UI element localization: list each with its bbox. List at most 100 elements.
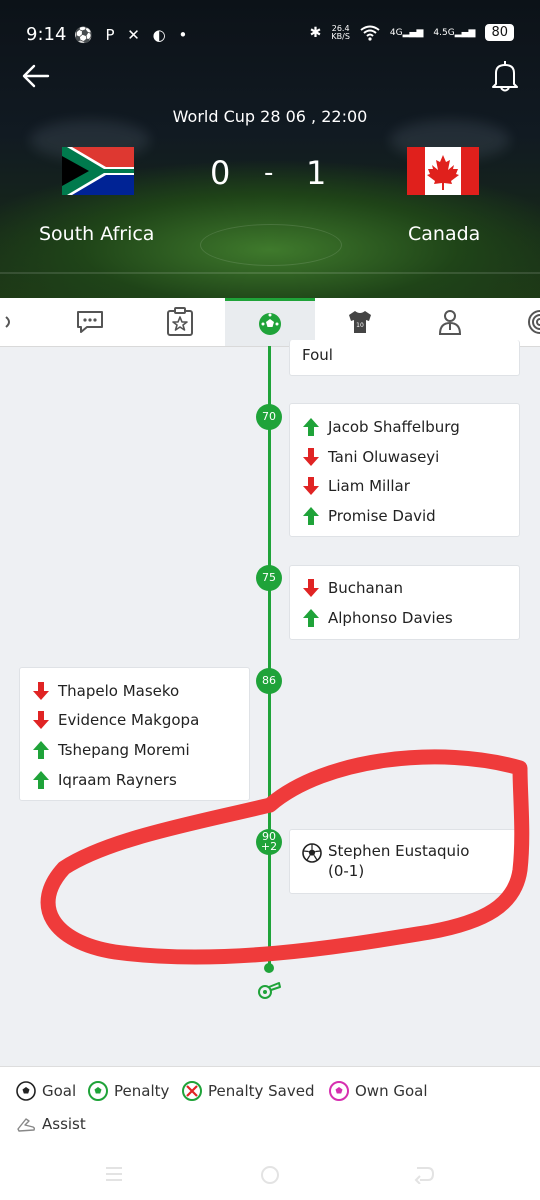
system-navigation-bar xyxy=(0,1148,540,1200)
player-name: Jacob Shaffelburg xyxy=(328,418,460,436)
home-icon[interactable] xyxy=(259,1164,281,1186)
sub-out-arrow-icon xyxy=(33,711,49,729)
penalty-saved-icon xyxy=(182,1081,202,1101)
legend-assist: Assist xyxy=(16,1115,86,1133)
sub-out-arrow-icon xyxy=(303,477,319,495)
timeline-end-dot xyxy=(264,963,274,973)
whistle-icon xyxy=(258,982,281,999)
sub-out-row: Tani Oluwaseyi xyxy=(302,445,439,469)
status-bar: 9:14 ⚽ P ✕ ◐ • ✱ 26.4 KB/S 4G▂▄▆ 4.5G▂▄▆… xyxy=(0,24,540,48)
tab-chat[interactable] xyxy=(45,298,135,346)
wifi-icon xyxy=(360,25,380,41)
scorer-name: Stephen Eustaquio xyxy=(328,842,470,860)
player-name: Thapelo Maseko xyxy=(58,682,180,700)
player-name: Buchanan xyxy=(328,579,403,597)
sub-in-arrow-icon xyxy=(303,609,319,627)
sub-out-arrow-icon xyxy=(303,448,319,466)
canada-flag-icon[interactable] xyxy=(407,147,479,195)
score-separator: - xyxy=(264,158,274,188)
signal-45g-label: 4.5G xyxy=(433,27,455,38)
status-time: 9:14 xyxy=(26,24,67,45)
south-africa-flag-icon[interactable] xyxy=(62,147,134,195)
sub-out-arrow-icon xyxy=(33,682,49,700)
player-name: Promise David xyxy=(328,507,436,525)
bell-icon[interactable] xyxy=(490,58,520,92)
sub-in-row: Iqraam Rayners xyxy=(32,768,177,792)
signal-4g: 4G▂▄▆ xyxy=(389,27,424,38)
pitch-line xyxy=(0,272,540,274)
person-icon xyxy=(438,310,462,335)
sub-out-row: Evidence Makgopa xyxy=(32,708,199,732)
bluetooth-icon: ✱ xyxy=(309,24,322,41)
notification-icons: ⚽ P ✕ ◐ • xyxy=(74,26,192,44)
battery-icon: 80 xyxy=(485,24,514,41)
goal-ball-icon xyxy=(16,1081,36,1101)
tab-events[interactable] xyxy=(225,298,315,346)
events-legend: Goal Penalty Penalty Saved Own Goal Assi… xyxy=(0,1066,540,1149)
event-timeline xyxy=(268,346,271,968)
legend-own-goal-label: Own Goal xyxy=(355,1082,428,1100)
away-team-name[interactable]: Canada xyxy=(408,223,480,245)
sub-in-arrow-icon xyxy=(303,507,319,525)
net-speed: 26.4 KB/S xyxy=(331,23,350,41)
substitution-card[interactable]: Jacob Shaffelburg Tani Oluwaseyi Liam Mi… xyxy=(289,403,520,537)
jersey-icon: 10 xyxy=(349,311,371,333)
player-name: Iqraam Rayners xyxy=(58,771,177,789)
tab-more[interactable] xyxy=(495,298,540,346)
player-name: Alphonso Davies xyxy=(328,609,453,627)
legend-goal-label: Goal xyxy=(42,1082,77,1100)
sub-out-row: Thapelo Maseko xyxy=(32,679,179,703)
goal-card[interactable]: Stephen Eustaquio (0-1) xyxy=(289,829,520,894)
sub-in-arrow-icon xyxy=(33,741,49,759)
sub-in-row: Alphonso Davies xyxy=(302,606,453,630)
signal-45g: 4.5G▂▄▆ xyxy=(433,27,476,38)
player-name: Tshepang Moremi xyxy=(58,741,190,759)
status-right: ✱ 26.4 KB/S 4G▂▄▆ 4.5G▂▄▆ 80 xyxy=(310,24,514,41)
legend-penalty-saved-label: Penalty Saved xyxy=(208,1082,315,1100)
sub-out-row: Liam Millar xyxy=(302,474,410,498)
tab-odds[interactable] xyxy=(0,298,45,346)
home-score: 0 xyxy=(210,154,231,192)
chat-icon xyxy=(77,311,103,333)
sub-in-arrow-icon xyxy=(303,418,319,436)
player-name: Evidence Makgopa xyxy=(58,711,200,729)
sub-out-arrow-icon xyxy=(303,579,319,597)
lineup-board-icon xyxy=(167,307,193,336)
legend-goal: Goal xyxy=(16,1081,76,1101)
player-name: Liam Millar xyxy=(328,477,410,495)
sub-in-arrow-icon xyxy=(33,771,49,789)
recents-icon[interactable] xyxy=(104,1164,124,1184)
substitution-card[interactable]: Buchanan Alphonso Davies xyxy=(289,565,520,640)
minute-marker: 75 xyxy=(256,565,282,591)
home-team-name[interactable]: South Africa xyxy=(39,223,154,245)
match-info: World Cup 28 06 , 22:00 xyxy=(172,107,368,126)
assist-boot-icon xyxy=(17,1118,36,1132)
more-icon xyxy=(528,310,540,334)
minute-marker: 90 +2 xyxy=(256,829,282,855)
legend-penalty: Penalty xyxy=(88,1081,169,1101)
tab-lineup[interactable] xyxy=(135,298,225,346)
back-nav-icon[interactable] xyxy=(414,1164,436,1184)
event-card[interactable]: Foul xyxy=(289,340,520,376)
substitution-card[interactable]: Thapelo Maseko Evidence Makgopa Tshepang… xyxy=(19,667,250,801)
tab-coach[interactable] xyxy=(405,298,495,346)
sub-in-row: Jacob Shaffelburg xyxy=(302,415,460,439)
minute-marker: 86 xyxy=(256,668,282,694)
player-name: Tani Oluwaseyi xyxy=(328,448,440,466)
away-score: 1 xyxy=(306,154,327,192)
signal-4g-label: 4G xyxy=(389,27,403,38)
sub-in-row: Promise David xyxy=(302,504,436,528)
svg-text:10: 10 xyxy=(356,322,364,329)
sub-in-row: Tshepang Moremi xyxy=(32,738,190,762)
legend-own-goal: Own Goal xyxy=(329,1081,428,1101)
legend-assist-label: Assist xyxy=(42,1115,86,1133)
events-ball-icon xyxy=(259,312,281,335)
tab-squad[interactable]: 10 xyxy=(315,298,405,346)
back-arrow-icon[interactable] xyxy=(20,60,52,92)
penalty-ball-icon xyxy=(88,1081,108,1101)
event-text: Foul xyxy=(302,346,333,364)
pitch-circle xyxy=(200,224,342,266)
sub-out-row: Buchanan xyxy=(302,576,403,600)
goal-ball-icon xyxy=(302,843,322,863)
legend-penalty-label: Penalty xyxy=(114,1082,170,1100)
